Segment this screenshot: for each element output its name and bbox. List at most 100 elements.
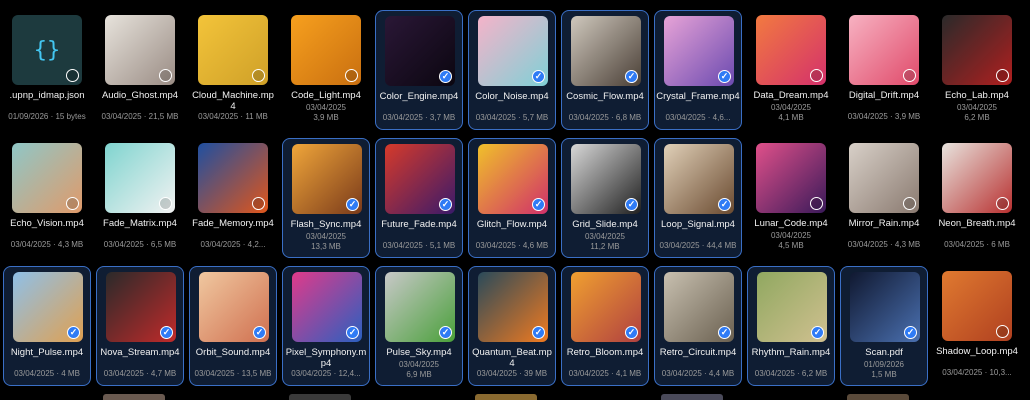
- checkmark-icon[interactable]: ✓: [439, 326, 452, 339]
- file-item[interactable]: ✓ Grid_Slide.mp4 03/04/2025 11,2 MB: [561, 138, 649, 258]
- file-size: 4,4 MB: [708, 369, 735, 378]
- select-circle-icon[interactable]: [66, 69, 79, 82]
- file-item[interactable]: ✓ Color_Noise.mp4 03/04/2025 · 5,7 MB: [468, 10, 556, 130]
- file-meta: 03/04/2025 · 39 MB: [469, 369, 555, 379]
- select-circle-icon[interactable]: [810, 197, 823, 210]
- file-item[interactable]: ✓ Flash_Sync.mp4 03/04/2025 13,3 MB: [282, 138, 370, 258]
- select-circle-icon[interactable]: [159, 197, 172, 210]
- file-item[interactable]: ✓ Glitch_Flow.mp4 03/04/2025 · 4,6 MB: [468, 138, 556, 258]
- select-circle-icon[interactable]: [252, 69, 265, 82]
- video-thumbnail: ✓: [106, 272, 176, 342]
- file-date: 03/04/2025: [847, 240, 888, 249]
- file-item[interactable]: Audio_Ghost.mp4 03/04/2025 · 21,5 MB: [96, 10, 184, 130]
- checkmark-icon[interactable]: ✓: [718, 198, 731, 211]
- select-circle-icon[interactable]: [159, 69, 172, 82]
- video-thumbnail: ✓: [664, 272, 734, 342]
- checkmark-icon[interactable]: ✓: [346, 198, 359, 211]
- file-item[interactable]: ✓ Orbit_Sound.mp4 03/04/2025 · 13,5 MB: [189, 266, 277, 386]
- file-item[interactable]: Lunar_Code.mp4 03/04/2025 4,5 MB: [747, 138, 835, 258]
- file-meta: 03/04/2025 · 6,5 MB: [96, 240, 184, 250]
- checkmark-icon[interactable]: ✓: [625, 198, 638, 211]
- file-date: 03/04/2025: [200, 240, 241, 249]
- file-item[interactable]: Echo_Lab.mp4 03/04/2025 6,2 MB: [933, 10, 1021, 130]
- file-item[interactable]: ✓ Scan.pdf 01/09/2026 1,5 MB: [840, 266, 928, 386]
- select-circle-icon[interactable]: [996, 325, 1009, 338]
- file-name: Lunar_Code.mp4: [754, 218, 828, 229]
- file-item[interactable]: ✓ Nova_Stream.mp4 03/04/2025 · 4,7 MB: [96, 266, 184, 386]
- file-item[interactable]: ✓ Quantum_Beat.mp4 03/04/2025 · 39 MB: [468, 266, 556, 386]
- select-circle-icon[interactable]: [996, 69, 1009, 82]
- file-item[interactable]: Neon_Breath.mp4 03/04/2025 · 6 MB: [933, 138, 1021, 258]
- file-item[interactable]: ✓ Cosmic_Flow.mp4 03/04/2025 · 6,8 MB: [561, 10, 649, 130]
- file-size: 11 MB: [245, 112, 268, 121]
- checkmark-icon[interactable]: ✓: [532, 326, 545, 339]
- partial-thumbnail[interactable]: [661, 394, 723, 400]
- file-date: 03/04/2025: [770, 103, 812, 112]
- partial-thumbnail[interactable]: [289, 394, 351, 400]
- file-item[interactable]: ✓ Retro_Bloom.mp4 03/04/2025 · 4,1 MB: [561, 266, 649, 386]
- select-circle-icon[interactable]: [810, 69, 823, 82]
- file-item[interactable]: {} .upnp_idmap.json 01/09/2026 · 15 bytes: [3, 10, 91, 130]
- file-item[interactable]: ✓ Retro_Circuit.mp4 03/04/2025 · 4,4 MB: [654, 266, 742, 386]
- file-date: 03/04/2025: [194, 369, 235, 378]
- meta-separator: ·: [887, 240, 895, 249]
- file-item[interactable]: Cloud_Machine.mp4 03/04/2025 · 11 MB: [189, 10, 277, 130]
- partial-thumbnail[interactable]: [475, 394, 537, 400]
- file-date: 03/04/2025: [198, 112, 239, 121]
- partial-thumbnail[interactable]: [847, 394, 909, 400]
- file-item[interactable]: Code_Light.mp4 03/04/2025 3,9 MB: [282, 10, 370, 130]
- file-item[interactable]: Echo_Vision.mp4 03/04/2025 · 4,3 MB: [3, 138, 91, 258]
- file-name: Echo_Vision.mp4: [10, 218, 84, 229]
- checkmark-icon[interactable]: ✓: [625, 326, 638, 339]
- file-item[interactable]: Mirror_Rain.mp4 03/04/2025 · 4,3 MB: [840, 138, 928, 258]
- checkmark-icon[interactable]: ✓: [439, 70, 452, 83]
- partial-thumbnail[interactable]: [103, 394, 165, 400]
- file-meta: 03/04/2025 · 5,7 MB: [469, 113, 555, 123]
- file-item[interactable]: Fade_Memory.mp4 03/04/2025 · 4,2...: [189, 138, 277, 258]
- checkmark-icon[interactable]: ✓: [439, 198, 452, 211]
- file-item[interactable]: Data_Dream.mp4 03/04/2025 4,1 MB: [747, 10, 835, 130]
- select-circle-icon[interactable]: [903, 69, 916, 82]
- file-meta: 03/04/2025 · 6,2 MB: [748, 369, 834, 379]
- file-item[interactable]: Shadow_Loop.mp4 03/04/2025 · 10,3...: [933, 266, 1021, 386]
- checkmark-icon[interactable]: ✓: [718, 70, 731, 83]
- checkmark-icon[interactable]: ✓: [160, 326, 173, 339]
- video-thumbnail: [849, 143, 919, 213]
- file-item[interactable]: ✓ Future_Fade.mp4 03/04/2025 · 5,1 MB: [375, 138, 463, 258]
- checkmark-icon[interactable]: ✓: [346, 326, 359, 339]
- video-thumbnail: [105, 15, 175, 85]
- file-item[interactable]: ✓ Pulse_Sky.mp4 03/04/2025 6,9 MB: [375, 266, 463, 386]
- file-size: 3,9 MB: [894, 112, 921, 121]
- file-size: 21,5 MB: [148, 112, 179, 121]
- file-item[interactable]: ✓ Rhythm_Rain.mp4 03/04/2025 · 6,2 MB: [747, 266, 835, 386]
- checkmark-icon[interactable]: ✓: [532, 198, 545, 211]
- file-item[interactable]: ✓ Night_Pulse.mp4 03/04/2025 · 4 MB: [3, 266, 91, 386]
- checkmark-icon[interactable]: ✓: [253, 326, 266, 339]
- file-item[interactable]: ✓ Pixel_Symphony.mp4 03/04/2025 · 12,4...: [282, 266, 370, 386]
- file-item[interactable]: Digital_Drift.mp4 03/04/2025 · 3,9 MB: [840, 10, 928, 130]
- select-circle-icon[interactable]: [252, 197, 265, 210]
- file-date: 03/04/2025: [398, 360, 440, 369]
- select-circle-icon[interactable]: [996, 197, 1009, 210]
- checkmark-icon[interactable]: ✓: [718, 326, 731, 339]
- checkmark-icon[interactable]: ✓: [904, 326, 917, 339]
- file-item[interactable]: ✓ Loop_Signal.mp4 03/04/2025 · 44,4 MB: [654, 138, 742, 258]
- meta-separator: ·: [887, 112, 895, 121]
- meta-separator: ·: [143, 369, 151, 378]
- file-name: Night_Pulse.mp4: [10, 347, 84, 358]
- video-thumbnail: ✓: [292, 144, 362, 214]
- video-thumbnail: [942, 271, 1012, 341]
- video-thumbnail: ✓: [199, 272, 269, 342]
- checkmark-icon[interactable]: ✓: [625, 70, 638, 83]
- file-date: 03/04/2025: [754, 369, 795, 378]
- file-item[interactable]: Fade_Matrix.mp4 03/04/2025 · 6,5 MB: [96, 138, 184, 258]
- checkmark-icon[interactable]: ✓: [532, 70, 545, 83]
- select-circle-icon[interactable]: [345, 69, 358, 82]
- checkmark-icon[interactable]: ✓: [811, 326, 824, 339]
- file-item[interactable]: ✓ Color_Engine.mp4 03/04/2025 · 3,7 MB: [375, 10, 463, 130]
- select-circle-icon[interactable]: [903, 197, 916, 210]
- select-circle-icon[interactable]: [66, 197, 79, 210]
- file-size: 4,1 MB: [778, 113, 804, 122]
- file-item[interactable]: ✓ Crystal_Frame.mp4 03/04/2025 · 4,6...: [654, 10, 742, 130]
- checkmark-icon[interactable]: ✓: [67, 326, 80, 339]
